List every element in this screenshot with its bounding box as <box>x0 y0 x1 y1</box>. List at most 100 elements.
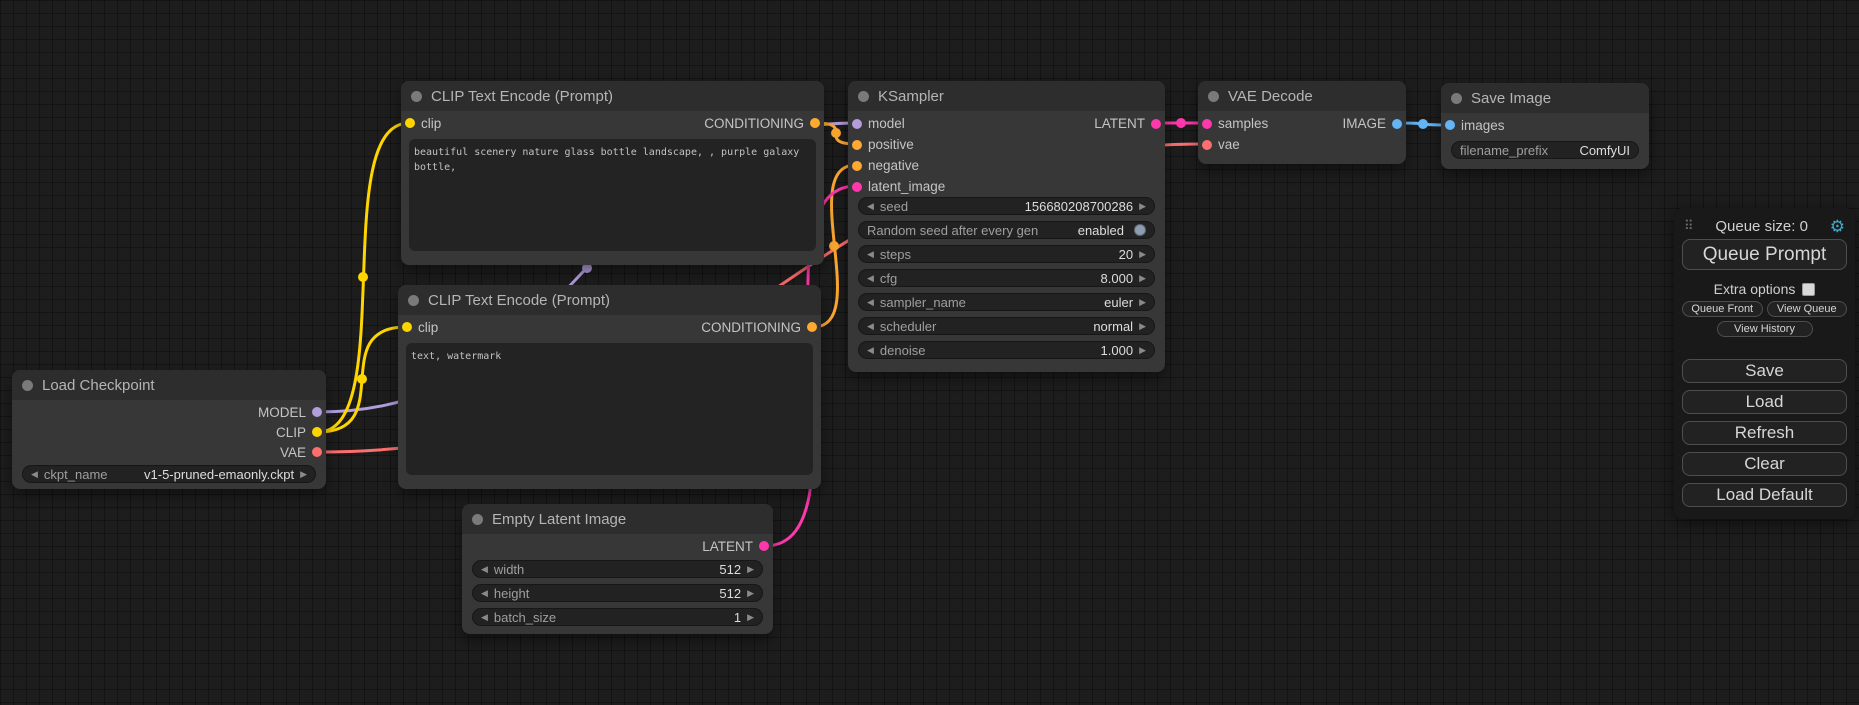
latent-image-input-slot-dot[interactable] <box>852 182 862 192</box>
steps-widget[interactable]: ◀ steps 20 ▶ <box>858 245 1155 263</box>
input-slot-images[interactable]: images <box>1441 118 1509 133</box>
collapse-dot-icon[interactable] <box>1451 93 1462 104</box>
clip-input-slot-dot[interactable] <box>402 322 412 332</box>
output-slot-vae[interactable]: VAE <box>276 445 326 460</box>
widget-decrement-arrow-icon[interactable]: ◀ <box>867 322 874 331</box>
output-slot-latent[interactable]: LATENT <box>698 539 773 554</box>
model-input-slot-dot[interactable] <box>852 119 862 129</box>
denoise-widget[interactable]: ◀ denoise 1.000 ▶ <box>858 341 1155 359</box>
widget-increment-arrow-icon[interactable]: ▶ <box>1139 322 1146 331</box>
images-input-slot-dot[interactable] <box>1445 120 1455 130</box>
vae-input-slot-dot[interactable] <box>1202 140 1212 150</box>
collapse-dot-icon[interactable] <box>411 91 422 102</box>
samples-input-slot-dot[interactable] <box>1202 119 1212 129</box>
widget-decrement-arrow-icon[interactable]: ◀ <box>31 470 38 479</box>
widget-increment-arrow-icon[interactable]: ▶ <box>1139 250 1146 259</box>
latent-output-slot-dot[interactable] <box>1151 119 1161 129</box>
ckpt-name-widget[interactable]: ◀ ckpt_name v1-5-pruned-emaonly.ckpt ▶ <box>22 465 316 483</box>
scheduler-widget[interactable]: ◀ scheduler normal ▶ <box>858 317 1155 335</box>
width-widget[interactable]: ◀ width 512 ▶ <box>472 560 763 578</box>
widget-increment-arrow-icon[interactable]: ▶ <box>1139 202 1146 211</box>
widget-increment-arrow-icon[interactable]: ▶ <box>300 470 307 479</box>
node-clip-text-encode-negative-header[interactable]: CLIP Text Encode (Prompt) <box>398 285 821 315</box>
positive-input-slot-dot[interactable] <box>852 140 862 150</box>
input-slot-negative[interactable]: negative <box>848 158 923 173</box>
batch-size-widget[interactable]: ◀ batch_size 1 ▶ <box>472 608 763 626</box>
clip-input-slot-dot[interactable] <box>405 118 415 128</box>
widget-decrement-arrow-icon[interactable]: ◀ <box>867 274 874 283</box>
node-ksampler-header[interactable]: KSampler <box>848 81 1165 111</box>
seed-widget[interactable]: ◀ seed 156680208700286 ▶ <box>858 197 1155 215</box>
output-slot-conditioning[interactable]: CONDITIONING <box>697 320 821 335</box>
node-load-checkpoint[interactable]: Load Checkpoint MODEL CLIP VAE <box>12 370 326 489</box>
widget-decrement-arrow-icon[interactable]: ◀ <box>867 298 874 307</box>
output-slot-clip[interactable]: CLIP <box>272 425 326 440</box>
random-seed-toggle-widget[interactable]: Random seed after every gen enabled <box>858 221 1155 239</box>
node-clip-text-encode-negative[interactable]: CLIP Text Encode (Prompt) clip CONDITION… <box>398 285 821 489</box>
settings-gear-icon[interactable]: ⚙ <box>1830 218 1845 235</box>
clip-output-slot-dot[interactable] <box>312 427 322 437</box>
node-load-checkpoint-header[interactable]: Load Checkpoint <box>12 370 326 400</box>
collapse-dot-icon[interactable] <box>22 380 33 391</box>
node-clip-text-encode-positive[interactable]: CLIP Text Encode (Prompt) clip CONDITION… <box>401 81 824 265</box>
load-default-button[interactable]: Load Default <box>1682 483 1847 507</box>
widget-increment-arrow-icon[interactable]: ▶ <box>747 589 754 598</box>
load-button[interactable]: Load <box>1682 390 1847 414</box>
widget-increment-arrow-icon[interactable]: ▶ <box>747 565 754 574</box>
image-output-slot-dot[interactable] <box>1392 119 1402 129</box>
widget-increment-arrow-icon[interactable]: ▶ <box>1139 346 1146 355</box>
collapse-dot-icon[interactable] <box>858 91 869 102</box>
collapse-dot-icon[interactable] <box>472 514 483 525</box>
output-slot-model[interactable]: MODEL <box>254 405 326 420</box>
widget-increment-arrow-icon[interactable]: ▶ <box>747 613 754 622</box>
conditioning-output-slot-dot[interactable] <box>810 118 820 128</box>
positive-prompt-textarea[interactable]: beautiful scenery nature glass bottle la… <box>409 139 816 251</box>
refresh-button[interactable]: Refresh <box>1682 421 1847 445</box>
input-slot-samples[interactable]: samples <box>1198 116 1272 131</box>
widget-decrement-arrow-icon[interactable]: ◀ <box>867 250 874 259</box>
widget-decrement-arrow-icon[interactable]: ◀ <box>867 202 874 211</box>
node-save-image-header[interactable]: Save Image <box>1441 83 1649 113</box>
save-button[interactable]: Save <box>1682 359 1847 383</box>
queue-prompt-button[interactable]: Queue Prompt <box>1682 239 1847 270</box>
toggle-indicator-dot[interactable] <box>1134 224 1146 236</box>
model-output-slot-dot[interactable] <box>312 407 322 417</box>
node-vae-decode-header[interactable]: VAE Decode <box>1198 81 1406 111</box>
collapse-dot-icon[interactable] <box>1208 91 1219 102</box>
extra-options-checkbox[interactable] <box>1802 283 1815 296</box>
input-slot-vae[interactable]: vae <box>1198 137 1244 152</box>
widget-decrement-arrow-icon[interactable]: ◀ <box>481 589 488 598</box>
queue-menu-panel[interactable]: ⠿ Queue size: 0 ⚙ Queue Prompt Extra opt… <box>1674 208 1855 519</box>
input-slot-model[interactable]: model <box>848 116 909 131</box>
node-ksampler[interactable]: KSampler model LATENT positive <box>848 81 1165 372</box>
input-slot-clip[interactable]: clip <box>401 116 445 131</box>
output-slot-conditioning[interactable]: CONDITIONING <box>700 116 824 131</box>
sampler-name-widget[interactable]: ◀ sampler_name euler ▶ <box>858 293 1155 311</box>
latent-output-slot-dot[interactable] <box>759 541 769 551</box>
clear-button[interactable]: Clear <box>1682 452 1847 476</box>
input-slot-positive[interactable]: positive <box>848 137 918 152</box>
view-history-button[interactable]: View History <box>1717 321 1813 337</box>
input-slot-clip[interactable]: clip <box>398 320 442 335</box>
node-empty-latent-image-header[interactable]: Empty Latent Image <box>462 504 773 534</box>
widget-decrement-arrow-icon[interactable]: ◀ <box>867 346 874 355</box>
collapse-dot-icon[interactable] <box>408 295 419 306</box>
height-widget[interactable]: ◀ height 512 ▶ <box>472 584 763 602</box>
negative-prompt-textarea[interactable]: text, watermark <box>406 343 813 475</box>
output-slot-image[interactable]: IMAGE <box>1338 116 1406 131</box>
node-empty-latent-image[interactable]: Empty Latent Image LATENT ◀ width 512 ▶ … <box>462 504 773 634</box>
negative-input-slot-dot[interactable] <box>852 161 862 171</box>
view-queue-button[interactable]: View Queue <box>1767 301 1848 317</box>
graph-canvas[interactable]: Load Checkpoint MODEL CLIP VAE <box>0 0 1859 705</box>
widget-decrement-arrow-icon[interactable]: ◀ <box>481 613 488 622</box>
widget-increment-arrow-icon[interactable]: ▶ <box>1139 298 1146 307</box>
widget-decrement-arrow-icon[interactable]: ◀ <box>481 565 488 574</box>
widget-increment-arrow-icon[interactable]: ▶ <box>1139 274 1146 283</box>
output-slot-latent[interactable]: LATENT <box>1090 116 1165 131</box>
drag-handle-icon[interactable]: ⠿ <box>1684 218 1694 234</box>
queue-front-button[interactable]: Queue Front <box>1682 301 1763 317</box>
filename-prefix-widget[interactable]: filename_prefix ComfyUI <box>1451 141 1639 159</box>
cfg-widget[interactable]: ◀ cfg 8.000 ▶ <box>858 269 1155 287</box>
vae-output-slot-dot[interactable] <box>312 447 322 457</box>
node-clip-text-encode-positive-header[interactable]: CLIP Text Encode (Prompt) <box>401 81 824 111</box>
